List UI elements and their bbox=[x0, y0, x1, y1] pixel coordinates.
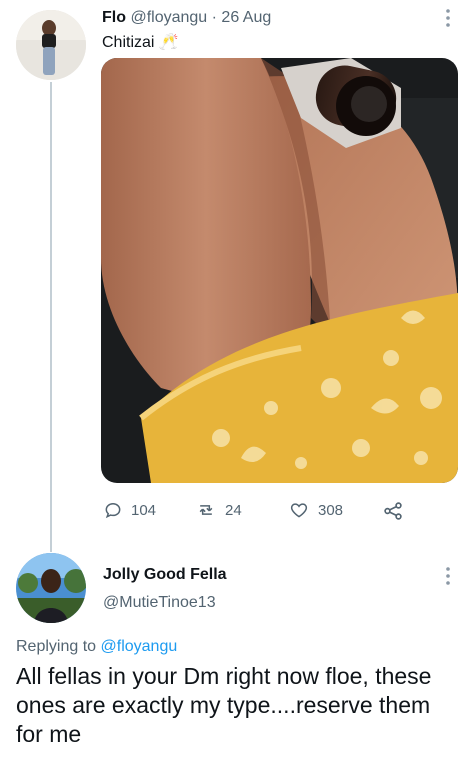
reply-icon bbox=[105, 502, 121, 519]
reply-author-avatar[interactable] bbox=[16, 553, 86, 623]
author-name[interactable]: Flo bbox=[102, 9, 126, 26]
tweet-date[interactable]: 26 Aug bbox=[221, 9, 271, 26]
reply-author-name[interactable]: Jolly Good Fella bbox=[103, 566, 227, 584]
retweet-action[interactable]: 24 bbox=[195, 500, 242, 520]
retweet-icon bbox=[199, 505, 213, 515]
tweet-text-content: Chitizai bbox=[102, 34, 155, 51]
replying-to-line: Replying to @floyangu bbox=[16, 638, 177, 656]
tweet-header: Flo @floyangu · 26 Aug bbox=[102, 9, 271, 27]
heart-icon bbox=[290, 503, 308, 518]
author-avatar[interactable] bbox=[16, 10, 86, 80]
more-options-icon[interactable] bbox=[444, 8, 452, 28]
photo-illustration bbox=[101, 58, 458, 483]
share-action[interactable] bbox=[382, 500, 404, 522]
replying-to-handle[interactable]: @floyangu bbox=[101, 638, 178, 655]
author-handle[interactable]: @floyangu bbox=[130, 9, 207, 26]
reply-action[interactable]: 104 bbox=[103, 500, 156, 520]
reply-more-options-icon[interactable] bbox=[444, 566, 452, 586]
reply-body-text: All fellas in your Dm right now floe, th… bbox=[16, 663, 432, 747]
tweet-text: Chitizai 🥂 bbox=[102, 32, 179, 52]
like-action[interactable]: 308 bbox=[288, 500, 343, 520]
like-count: 308 bbox=[318, 501, 344, 519]
replying-to-prefix: Replying to bbox=[16, 638, 97, 655]
champagne-emoji: 🥂 bbox=[158, 34, 179, 51]
reply-avatar-photo bbox=[16, 553, 86, 623]
thread-connector-line bbox=[50, 82, 52, 552]
header-separator: · bbox=[211, 9, 217, 26]
share-icon bbox=[384, 502, 402, 520]
avatar-photo bbox=[16, 10, 86, 80]
retweet-count: 24 bbox=[225, 501, 242, 519]
reply-count: 104 bbox=[131, 501, 157, 519]
reply-author-handle[interactable]: @MutieTinoe13 bbox=[103, 594, 216, 612]
tweet-media-image[interactable] bbox=[101, 58, 458, 483]
